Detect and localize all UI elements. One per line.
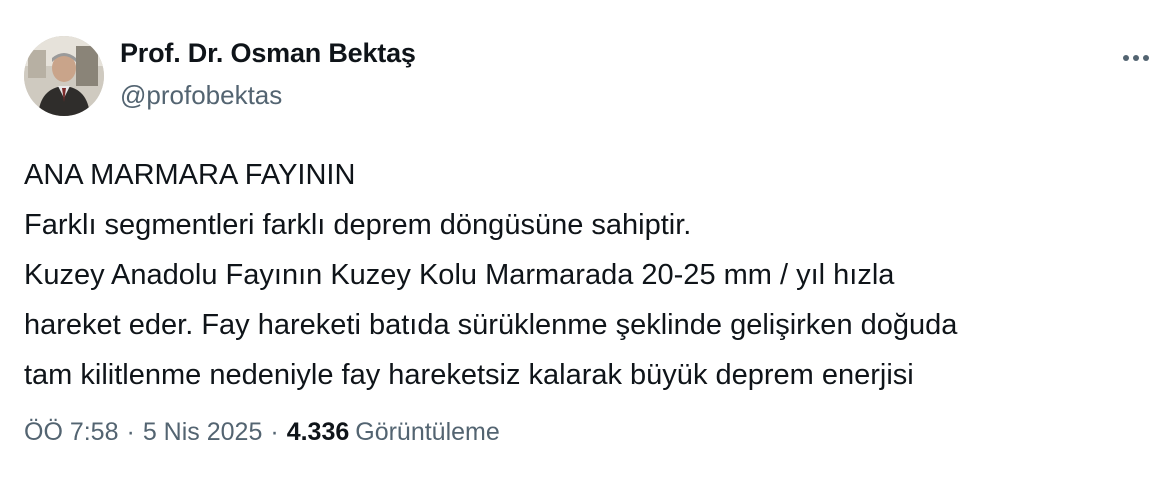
avatar[interactable] bbox=[24, 36, 104, 116]
author-display-name[interactable]: Prof. Dr. Osman Bektaş bbox=[120, 38, 416, 69]
more-horizontal-icon bbox=[1123, 55, 1149, 61]
tweet-text-line: Kuzey Anadolu Fayının Kuzey Kolu Marmara… bbox=[24, 259, 895, 291]
author-handle[interactable]: @profobektas bbox=[120, 80, 282, 111]
tweet-text-line: Farklı segmentleri farklı deprem döngüsü… bbox=[24, 209, 692, 241]
tweet-meta: ÖÖ 7:58 · 5 Nis 2025 · 4.336 Görüntüleme bbox=[24, 418, 500, 447]
meta-separator: · bbox=[270, 418, 279, 446]
tweet-text: ANA MARMARA FAYININ Farklı segmentleri f… bbox=[24, 150, 1154, 400]
meta-separator: · bbox=[126, 418, 135, 446]
view-count[interactable]: 4.336 bbox=[287, 418, 350, 446]
tweet-time[interactable]: ÖÖ 7:58 bbox=[24, 418, 119, 446]
tweet-text-line: tam kilitlenme nedeniyle fay hareketsiz … bbox=[24, 359, 914, 391]
profile-photo-icon bbox=[24, 36, 104, 116]
tweet-date[interactable]: 5 Nis 2025 bbox=[143, 418, 263, 446]
more-options-button[interactable] bbox=[1116, 44, 1156, 72]
views-label: Görüntüleme bbox=[355, 418, 500, 446]
tweet-text-line: hareket eder. Fay hareketi batıda sürükl… bbox=[24, 309, 958, 341]
tweet-card: Prof. Dr. Osman Bektaş @profobektas ANA … bbox=[0, 0, 1176, 488]
tweet-text-line: ANA MARMARA FAYININ bbox=[24, 159, 356, 191]
